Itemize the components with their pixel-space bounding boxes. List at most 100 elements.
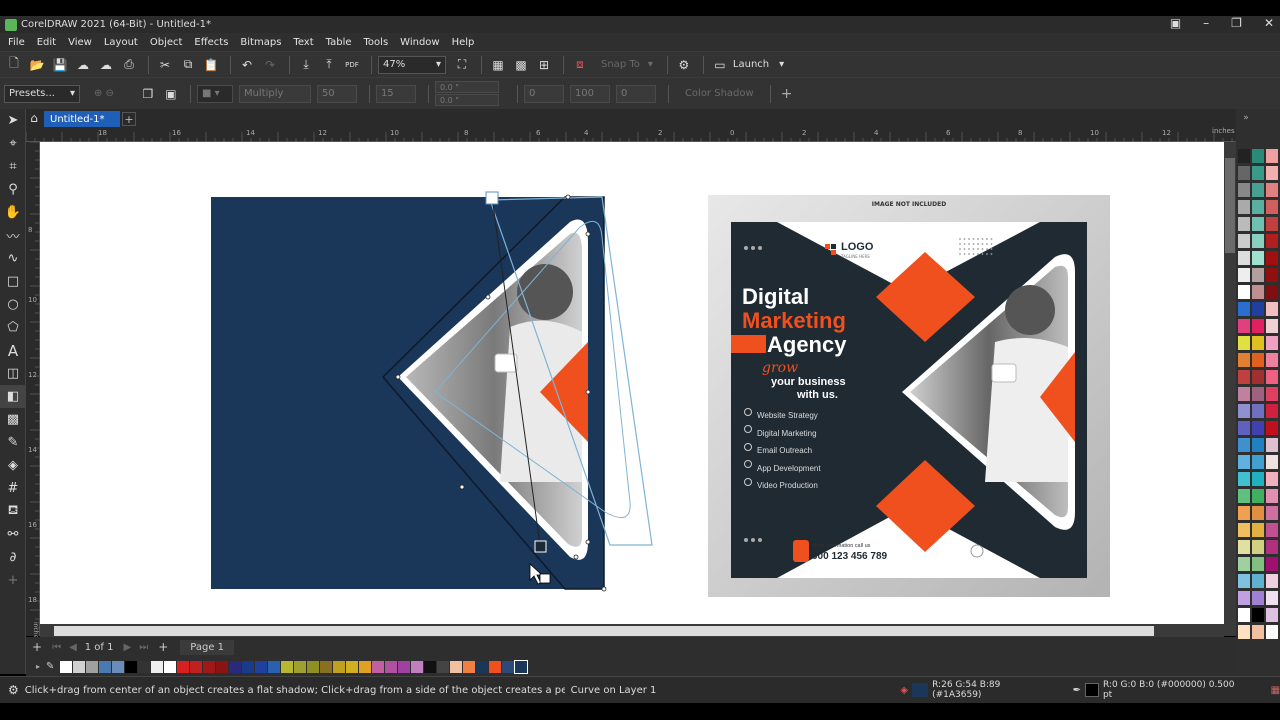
add-page-after-icon[interactable]: + xyxy=(158,640,168,654)
shadow-start-handle[interactable] xyxy=(485,191,499,205)
palette-color-swatch[interactable] xyxy=(1238,183,1250,197)
palette-swatch[interactable] xyxy=(320,660,333,673)
shape-tool-icon[interactable]: ⌖ xyxy=(0,132,26,155)
palette-color-swatch[interactable] xyxy=(1252,523,1264,537)
palette-color-swatch[interactable] xyxy=(1252,421,1264,435)
copy-icon[interactable]: ⧉ xyxy=(178,56,198,74)
menu-table[interactable]: Table xyxy=(326,37,352,48)
palette-color-swatch[interactable] xyxy=(1252,455,1264,469)
palette-swatch[interactable] xyxy=(138,660,151,673)
palette-color-swatch[interactable] xyxy=(1266,455,1278,469)
palette-color-swatch[interactable] xyxy=(1266,353,1278,367)
eyedropper-tool-icon[interactable]: ✎ xyxy=(0,431,26,454)
shadow-offset-x-field[interactable]: 0.0 " xyxy=(434,81,499,93)
palette-swatch[interactable] xyxy=(502,660,515,673)
palette-color-swatch[interactable] xyxy=(1252,166,1264,180)
palette-color-swatch[interactable] xyxy=(1238,557,1250,571)
palette-color-swatch[interactable] xyxy=(1252,336,1264,350)
palette-swatch[interactable] xyxy=(281,660,294,673)
add-preset-icon[interactable]: + xyxy=(781,86,793,102)
palette-color-swatch[interactable] xyxy=(1252,200,1264,214)
drawing-canvas[interactable]: IMAGE NOT INCLUDED LOGO TAGLINE HERE Dig… xyxy=(40,142,1224,624)
shadow-color-swatch[interactable]: ■ ▾ xyxy=(196,84,233,103)
menu-object[interactable]: Object xyxy=(150,37,183,48)
palette-color-swatch[interactable] xyxy=(1238,268,1250,282)
palette-color-swatch[interactable] xyxy=(1252,557,1264,571)
palette-swatch[interactable] xyxy=(151,660,164,673)
palette-swatch[interactable] xyxy=(489,660,502,673)
palette-color-swatch[interactable] xyxy=(1252,506,1264,520)
palette-color-swatch[interactable] xyxy=(1252,404,1264,418)
zoom-level-dropdown[interactable]: 47% ▾ xyxy=(378,55,446,74)
palette-swatch[interactable] xyxy=(190,660,203,673)
status-extra-icon[interactable]: ▦ xyxy=(1271,685,1280,696)
snap-toggle-icon[interactable]: ⧈ xyxy=(570,56,590,74)
smart-fill-tool-icon[interactable]: ⛾ xyxy=(0,500,26,523)
palette-swatch[interactable] xyxy=(437,660,450,673)
menu-window[interactable]: Window xyxy=(400,37,439,48)
palette-swatch[interactable] xyxy=(125,660,138,673)
merge-mode-dropdown[interactable]: Multiply xyxy=(238,84,311,103)
menu-layout[interactable]: Layout xyxy=(104,37,138,48)
page-1-tab[interactable]: Page 1 xyxy=(180,639,235,655)
palette-color-swatch[interactable] xyxy=(1252,472,1264,486)
palette-swatch[interactable] xyxy=(242,660,255,673)
print-icon[interactable]: ⎙ xyxy=(119,56,139,74)
pan-tool-icon[interactable]: ✋ xyxy=(0,201,26,224)
palette-swatch[interactable] xyxy=(346,660,359,673)
palette-color-swatch[interactable] xyxy=(1238,625,1250,639)
help-window-icon[interactable]: ▣ xyxy=(1170,16,1181,30)
presets-dropdown[interactable]: Presets... ▾ xyxy=(4,84,80,103)
close-button[interactable]: ✕ xyxy=(1264,16,1274,30)
palette-color-swatch[interactable] xyxy=(1266,591,1278,605)
palette-swatch[interactable] xyxy=(411,660,424,673)
palette-swatch[interactable] xyxy=(450,660,463,673)
palette-color-swatch[interactable] xyxy=(1252,353,1264,367)
palette-color-swatch[interactable] xyxy=(1266,608,1278,622)
palette-color-swatch[interactable] xyxy=(1252,149,1264,163)
palette-color-swatch[interactable] xyxy=(1252,608,1264,622)
import-icon[interactable]: ⤓ xyxy=(296,56,316,74)
rectangle-tool-icon[interactable]: □ xyxy=(0,270,26,293)
shadow-tool-icon[interactable]: ◧ xyxy=(0,385,26,408)
palette-swatch[interactable] xyxy=(73,660,86,673)
palette-color-swatch[interactable] xyxy=(1238,319,1250,333)
palette-color-swatch[interactable] xyxy=(1238,302,1250,316)
palette-swatch[interactable] xyxy=(463,660,476,673)
palette-color-swatch[interactable] xyxy=(1266,285,1278,299)
palette-color-swatch[interactable] xyxy=(1238,506,1250,520)
cloud-upload-icon[interactable]: ☁ xyxy=(73,56,93,74)
inner-shadow-tool-icon[interactable]: ❐ xyxy=(138,85,158,103)
palette-color-swatch[interactable] xyxy=(1238,149,1250,163)
cloud-sync-icon[interactable]: ☁ xyxy=(96,56,116,74)
status-settings-icon[interactable]: ⚙ xyxy=(8,683,19,697)
horizontal-scroll-thumb[interactable] xyxy=(54,626,1154,636)
artistic-media-tool-icon[interactable]: ∿ xyxy=(0,247,26,270)
next-page-icon[interactable]: ▶ xyxy=(124,642,132,653)
menu-effects[interactable]: Effects xyxy=(194,37,228,48)
palette-color-swatch[interactable] xyxy=(1252,217,1264,231)
palette-color-swatch[interactable] xyxy=(1238,608,1250,622)
palette-color-swatch[interactable] xyxy=(1252,234,1264,248)
menu-help[interactable]: Help xyxy=(452,37,475,48)
new-document-icon[interactable]: 🗋 xyxy=(4,56,24,74)
palette-color-swatch[interactable] xyxy=(1238,472,1250,486)
palette-color-swatch[interactable] xyxy=(1238,591,1250,605)
horizontal-ruler[interactable]: 18 16 14 12 10 8 6 4 2 0 2 4 6 8 10 12 xyxy=(25,127,1240,142)
first-page-icon[interactable]: ⏮ xyxy=(52,642,61,653)
snap-to-dropdown[interactable]: Snap To xyxy=(601,59,640,70)
palette-swatch[interactable] xyxy=(372,660,385,673)
palette-color-swatch[interactable] xyxy=(1266,540,1278,554)
palette-color-swatch[interactable] xyxy=(1266,370,1278,384)
shadow-stretch-field[interactable]: 100 xyxy=(569,84,610,103)
open-icon[interactable]: 📂 xyxy=(27,56,47,74)
launch-chevron-icon[interactable]: ▾ xyxy=(779,59,784,70)
palette-color-swatch[interactable] xyxy=(1252,625,1264,639)
palette-color-swatch[interactable] xyxy=(1252,387,1264,401)
palette-color-swatch[interactable] xyxy=(1238,200,1250,214)
panel-collapse-icon[interactable]: » xyxy=(1236,113,1256,123)
palette-color-swatch[interactable] xyxy=(1238,574,1250,588)
vertical-ruler[interactable]: 8 10 12 14 16 18 xyxy=(26,141,40,636)
palette-color-swatch[interactable] xyxy=(1238,404,1250,418)
palette-color-swatch[interactable] xyxy=(1238,438,1250,452)
